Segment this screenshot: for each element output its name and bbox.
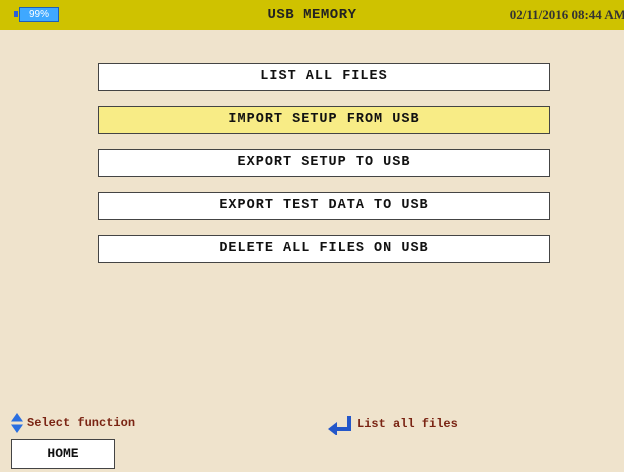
enter-hint-label: List all files (357, 417, 458, 431)
export-test-data-button[interactable]: EXPORT TEST DATA TO USB (98, 192, 550, 220)
import-setup-button[interactable]: IMPORT SETUP FROM USB (98, 106, 550, 134)
select-function-label: Select function (27, 416, 136, 430)
datetime-display: 02/11/2016 08:44 AM (509, 7, 624, 22)
up-down-arrows-icon (11, 413, 23, 433)
export-setup-button[interactable]: EXPORT SETUP TO USB (98, 149, 550, 177)
usb-memory-screen: 99% USB MEMORY 02/11/2016 08:44 AM LIST … (0, 0, 624, 472)
status-bar: 99% USB MEMORY 02/11/2016 08:44 AM (0, 0, 624, 30)
select-function-hint: Select function (10, 412, 135, 434)
delete-all-files-button[interactable]: DELETE ALL FILES ON USB (98, 235, 550, 263)
home-button[interactable]: HOME (11, 439, 115, 469)
enter-arrow-icon (328, 416, 351, 435)
list-all-files-button[interactable]: LIST ALL FILES (98, 63, 550, 91)
enter-hint: List all files (327, 412, 458, 436)
